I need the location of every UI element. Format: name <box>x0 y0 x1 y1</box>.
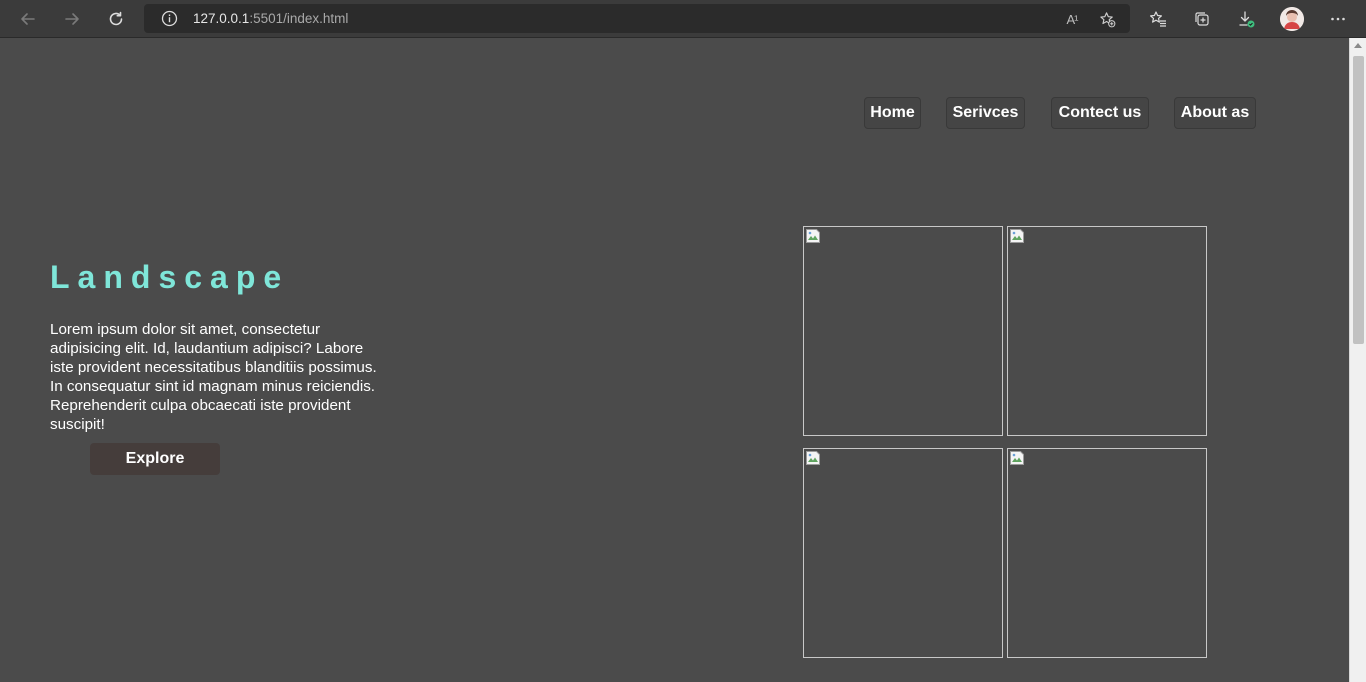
collections-button[interactable] <box>1188 5 1216 33</box>
nav-services[interactable]: Serivces <box>946 97 1025 129</box>
nav-contact[interactable]: Contect us <box>1051 97 1149 129</box>
download-icon <box>1239 11 1255 28</box>
info-icon[interactable] <box>161 10 178 27</box>
read-aloud-icon: A¹ <box>1066 11 1079 27</box>
hero-title: Landscape <box>50 259 290 295</box>
broken-image-icon <box>1010 229 1024 243</box>
gallery-image-1 <box>803 226 1003 436</box>
nav-home[interactable]: Home <box>864 97 921 129</box>
gallery-image-4 <box>1007 448 1207 658</box>
scroll-up-arrow-icon[interactable] <box>1354 43 1362 48</box>
more-button[interactable] <box>1324 5 1352 33</box>
ellipsis-icon <box>1331 17 1345 21</box>
address-bar[interactable]: 127.0.0.1:5501/index.html A¹ <box>144 4 1130 33</box>
scroll-thumb[interactable] <box>1353 56 1364 344</box>
broken-image-icon <box>1010 451 1024 465</box>
browser-toolbar: 127.0.0.1:5501/index.html A¹ <box>0 0 1366 38</box>
downloads-button[interactable] <box>1232 5 1260 33</box>
refresh-icon <box>109 11 123 26</box>
broken-image-icon <box>806 451 820 465</box>
url-path: :5501/index.html <box>249 11 349 26</box>
collections-icon <box>1195 12 1209 26</box>
profile-avatar[interactable] <box>1280 7 1304 31</box>
url-text[interactable]: 127.0.0.1:5501/index.html <box>193 11 348 26</box>
arrow-left-icon <box>21 13 35 25</box>
forward-button[interactable] <box>58 5 86 33</box>
favorites-button[interactable] <box>1144 5 1172 33</box>
avatar-icon <box>1280 7 1304 31</box>
gallery-image-2 <box>1007 226 1207 436</box>
arrow-right-icon <box>65 13 79 25</box>
read-aloud-button[interactable]: A¹ <box>1062 9 1082 29</box>
star-plus-icon <box>1099 11 1115 27</box>
hero-description: Lorem ipsum dolor sit amet, consectetur … <box>50 321 377 433</box>
add-favorite-button[interactable] <box>1097 9 1117 29</box>
url-host: 127.0.0.1 <box>193 11 250 26</box>
broken-image-icon <box>806 229 820 243</box>
gallery-image-3 <box>803 448 1003 658</box>
nav-about[interactable]: About as <box>1174 97 1256 129</box>
favorites-icon <box>1150 11 1166 27</box>
back-button[interactable] <box>14 5 42 33</box>
explore-button[interactable]: Explore <box>90 443 220 475</box>
page-scrollbar[interactable] <box>1349 38 1366 682</box>
refresh-button[interactable] <box>102 5 130 33</box>
